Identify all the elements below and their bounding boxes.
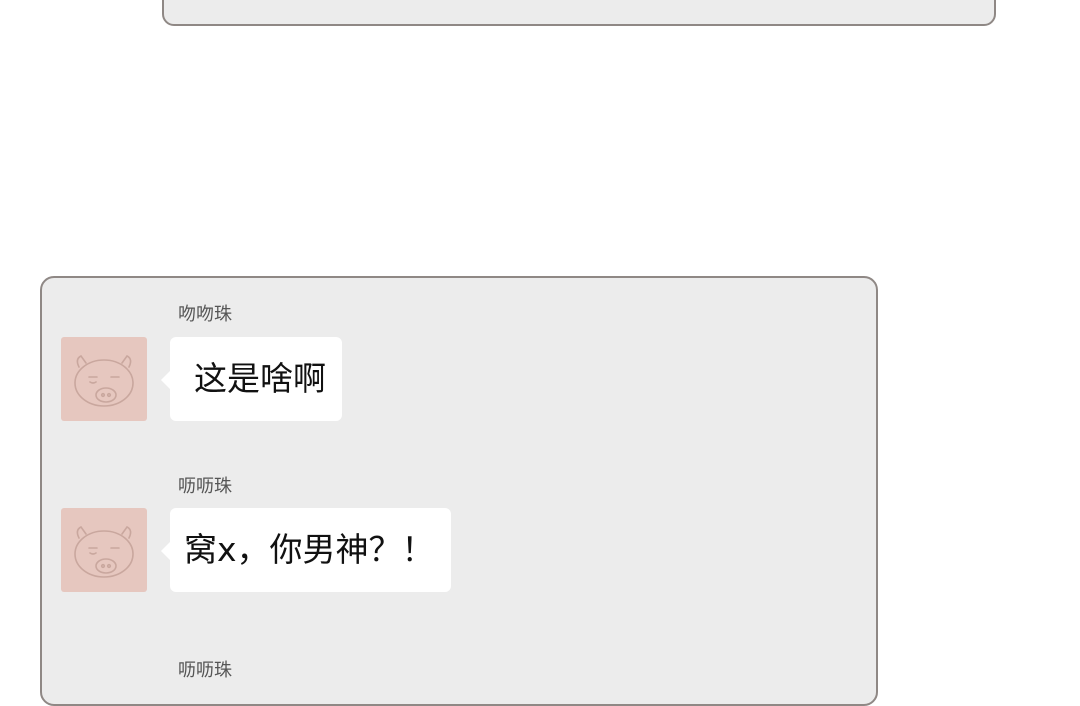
- previous-chat-panel: [162, 0, 996, 26]
- message-bubble: 窝x，你男神？！: [161, 508, 451, 592]
- avatar[interactable]: [61, 337, 147, 421]
- message-sender-name: 吻吻珠: [178, 304, 232, 325]
- message-bubble: 这是啥啊: [161, 337, 342, 421]
- message-sender-name: 呖呖珠: [178, 476, 232, 497]
- pig-face-icon: [74, 525, 134, 578]
- avatar[interactable]: [61, 508, 147, 592]
- chat-panel: 吻吻珠 这是啥啊 呖呖珠 窝x，你男神？！ 呖呖珠: [40, 276, 878, 706]
- pig-face-icon: [74, 354, 134, 407]
- message-sender-name: 呖呖珠: [178, 660, 232, 681]
